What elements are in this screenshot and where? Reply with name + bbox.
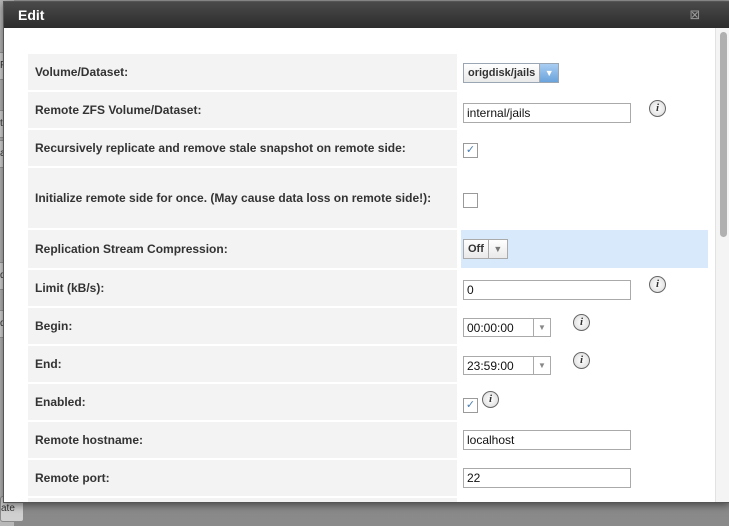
volume-dataset-select[interactable]: origdisk/jails ▼ bbox=[463, 63, 560, 83]
info-icon[interactable]: i bbox=[649, 100, 666, 117]
compression-label: Replication Stream Compression: bbox=[28, 230, 457, 268]
form-row-remote-port: Remote port: bbox=[28, 460, 708, 496]
remote-dataset-input[interactable] bbox=[463, 103, 631, 123]
chevron-down-icon[interactable]: ▼ bbox=[487, 240, 507, 258]
begin-label: Begin: bbox=[28, 308, 457, 344]
form-row-end: End: 23:59:00 ▼ i bbox=[28, 346, 708, 382]
initialize-label: Initialize remote side for once. (May ca… bbox=[28, 168, 457, 228]
info-icon[interactable]: i bbox=[482, 391, 499, 408]
form-row-volume-dataset: Volume/Dataset: origdisk/jails ▼ bbox=[28, 54, 708, 90]
volume-dataset-label: Volume/Dataset: bbox=[28, 54, 457, 90]
remote-hostname-label: Remote hostname: bbox=[28, 422, 457, 458]
end-time-select[interactable]: 23:59:00 ▼ bbox=[463, 356, 551, 375]
limit-label: Limit (kB/s): bbox=[28, 270, 457, 306]
recursive-cell: ✓ bbox=[461, 130, 708, 166]
edit-dialog: Edit ⊠ Volume/Dataset: origdisk/jails ▼ … bbox=[3, 1, 729, 503]
end-cell: 23:59:00 ▼ i bbox=[461, 346, 708, 382]
limit-input[interactable] bbox=[463, 280, 631, 300]
form-row-initialize: Initialize remote side for once. (May ca… bbox=[28, 168, 708, 228]
vertical-scrollbar[interactable] bbox=[715, 28, 729, 502]
remote-hostname-input[interactable] bbox=[463, 430, 631, 450]
enabled-label: Enabled: bbox=[28, 384, 457, 420]
enabled-checkbox[interactable]: ✓ bbox=[463, 398, 478, 413]
remote-port-cell bbox=[461, 460, 708, 496]
recursive-label: Recursively replicate and remove stale s… bbox=[28, 130, 457, 166]
info-icon[interactable]: i bbox=[573, 314, 590, 331]
form-row-recursive: Recursively replicate and remove stale s… bbox=[28, 130, 708, 166]
begin-time-select[interactable]: 00:00:00 ▼ bbox=[463, 318, 551, 337]
begin-value: 00:00:00 bbox=[467, 320, 514, 335]
initialize-cell bbox=[461, 168, 708, 228]
volume-dataset-value: origdisk/jails bbox=[468, 67, 536, 79]
end-label: End: bbox=[28, 346, 457, 382]
form-row-remote-dataset: Remote ZFS Volume/Dataset: i bbox=[28, 92, 708, 128]
limit-cell: i bbox=[461, 270, 708, 306]
chevron-down-icon[interactable]: ▼ bbox=[533, 319, 550, 336]
close-icon[interactable]: ⊠ bbox=[688, 8, 702, 22]
form-row-partial bbox=[28, 498, 708, 502]
form-row-remote-hostname: Remote hostname: bbox=[28, 422, 708, 458]
begin-cell: 00:00:00 ▼ i bbox=[461, 308, 708, 344]
remote-dataset-cell: i bbox=[461, 92, 708, 128]
chevron-down-icon[interactable]: ▼ bbox=[539, 64, 559, 82]
compression-value: Off bbox=[468, 243, 484, 255]
form-row-begin: Begin: 00:00:00 ▼ i bbox=[28, 308, 708, 344]
form-row-limit: Limit (kB/s): i bbox=[28, 270, 708, 306]
recursive-checkbox[interactable]: ✓ bbox=[463, 143, 478, 158]
chevron-down-icon[interactable]: ▼ bbox=[533, 357, 550, 374]
form-row-compression: Replication Stream Compression: Off ▼ bbox=[28, 230, 708, 268]
info-icon[interactable]: i bbox=[649, 276, 666, 293]
volume-dataset-cell: origdisk/jails ▼ bbox=[461, 54, 708, 90]
info-icon[interactable]: i bbox=[573, 352, 590, 369]
end-value: 23:59:00 bbox=[467, 358, 514, 373]
partial-row-cell bbox=[461, 498, 708, 502]
remote-dataset-label: Remote ZFS Volume/Dataset: bbox=[28, 92, 457, 128]
form-row-enabled: Enabled: ✓ i bbox=[28, 384, 708, 420]
dialog-titlebar[interactable]: Edit ⊠ bbox=[4, 2, 729, 28]
remote-port-input[interactable] bbox=[463, 468, 631, 488]
scrollbar-thumb[interactable] bbox=[720, 32, 727, 237]
dialog-title: Edit bbox=[18, 7, 45, 23]
compression-cell: Off ▼ bbox=[461, 230, 708, 268]
partial-row-label bbox=[28, 498, 457, 502]
remote-port-label: Remote port: bbox=[28, 460, 457, 496]
enabled-cell: ✓ i bbox=[461, 384, 708, 420]
compression-select[interactable]: Off ▼ bbox=[463, 239, 508, 259]
initialize-checkbox[interactable] bbox=[463, 193, 478, 208]
remote-hostname-cell bbox=[461, 422, 708, 458]
